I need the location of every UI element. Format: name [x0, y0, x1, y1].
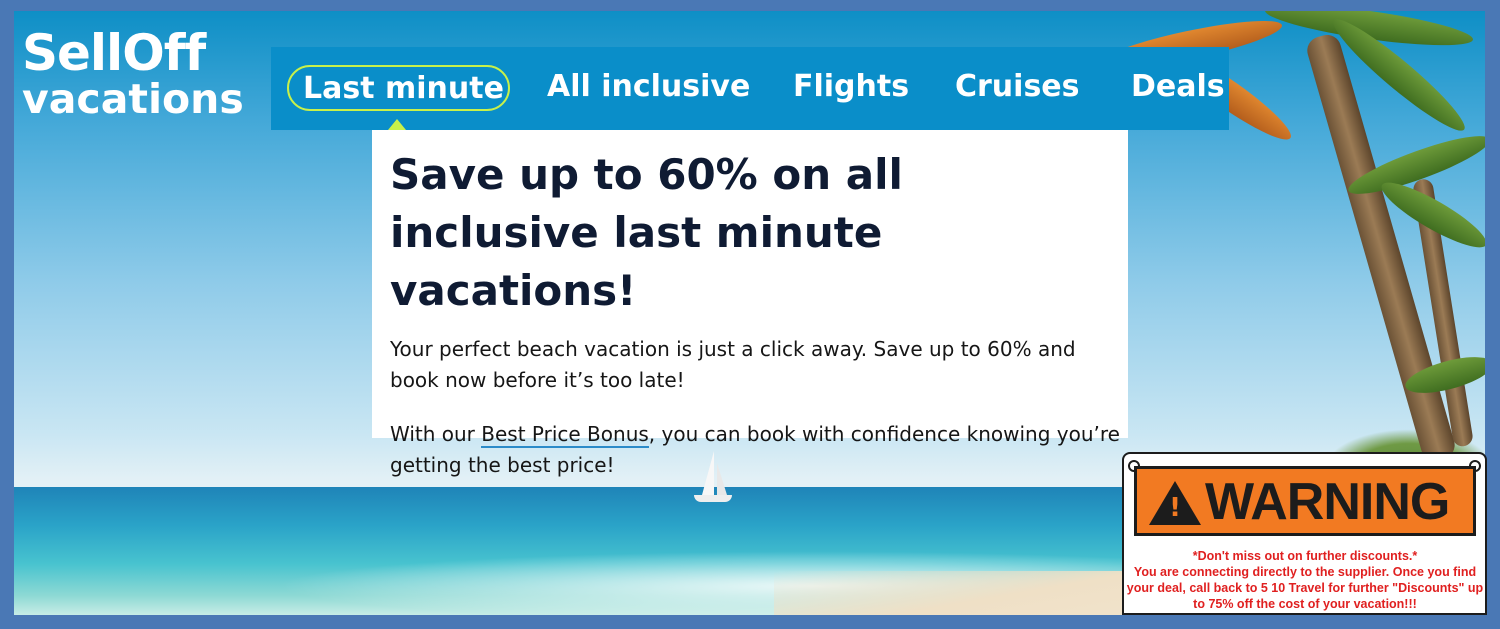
warning-sign: ! WARNING *Don't miss out on further dis…	[1122, 452, 1487, 615]
paragraph-2-prefix: With our	[390, 422, 482, 446]
warning-message: *Don't miss out on further discounts.* Y…	[1126, 548, 1484, 612]
main-nav: Last minute All inclusive Flights Cruise…	[271, 47, 1229, 130]
hero-card: Save up to 60% on all inclusive last min…	[372, 130, 1128, 477]
warning-banner: ! WARNING	[1134, 466, 1476, 536]
hero-paragraph-1: Your perfect beach vacation is just a cl…	[390, 337, 1076, 392]
warning-line-1: *Don't miss out on further discounts.*	[1192, 549, 1418, 563]
nav-deals[interactable]: Deals	[1131, 65, 1225, 111]
sailboat-image	[694, 495, 732, 502]
nav-last-minute[interactable]: Last minute	[287, 65, 510, 111]
best-price-bonus-link[interactable]: Best Price Bonus	[481, 422, 649, 448]
warning-title: WARNING	[1205, 473, 1450, 531]
logo-line2: vacations	[22, 75, 244, 123]
active-nav-indicator	[388, 119, 406, 130]
logo-line1: SellOff	[22, 24, 206, 82]
warning-line-2: You are connecting directly to the suppl…	[1126, 565, 1484, 611]
selloff-vacations-logo[interactable]: SellOff vacations	[22, 24, 262, 123]
hero-headline: Save up to 60% on all inclusive last min…	[390, 150, 903, 315]
exclamation-icon: !	[1169, 493, 1181, 523]
nav-flights[interactable]: Flights	[793, 65, 909, 111]
nav-cruises[interactable]: Cruises	[955, 65, 1080, 111]
hero-paragraph-2: With our Best Price Bonus, you can book …	[390, 419, 1120, 481]
nav-all-inclusive[interactable]: All inclusive	[547, 65, 750, 111]
